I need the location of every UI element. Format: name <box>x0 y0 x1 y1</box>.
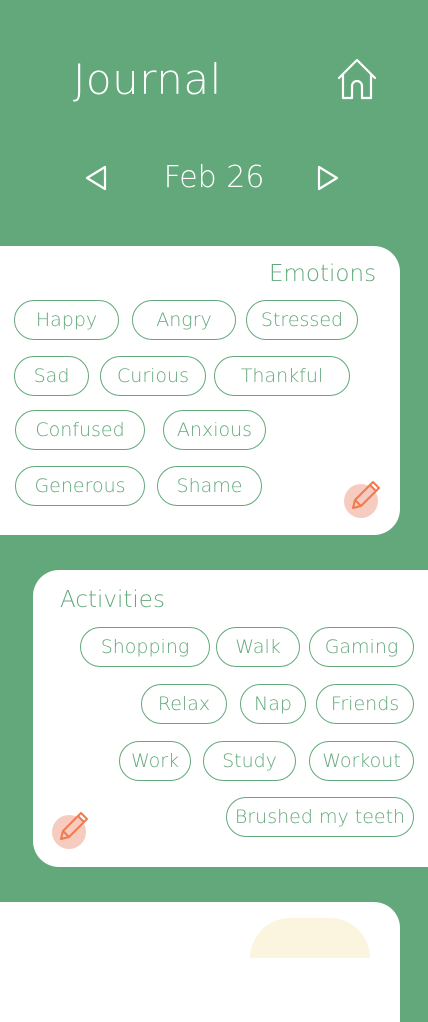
activity-chip[interactable]: Nap <box>240 684 306 724</box>
emotion-chip[interactable]: Thankful <box>214 356 350 396</box>
edit-emotions-button[interactable] <box>344 481 380 518</box>
next-day-button[interactable] <box>312 163 342 193</box>
activity-chip[interactable]: Relax <box>141 684 227 724</box>
emotion-chip[interactable]: Stressed <box>246 300 358 340</box>
emotion-chip[interactable]: Confused <box>15 410 145 450</box>
date-navigation: Feb 26 <box>0 155 428 201</box>
sun-illustration <box>250 918 370 958</box>
activities-title: Activities <box>60 587 165 613</box>
activity-chip[interactable]: Work <box>119 741 191 781</box>
emotion-chip[interactable]: Sad <box>14 356 89 396</box>
triangle-right-icon <box>317 165 339 191</box>
edit-activities-button[interactable] <box>52 812 88 849</box>
current-date: Feb 26 <box>163 160 265 195</box>
home-icon <box>337 58 377 100</box>
activity-chip[interactable]: Shopping <box>80 627 210 667</box>
pencil-icon <box>60 812 88 840</box>
emotions-card: Emotions Happy Angry Stressed Sad Curiou… <box>0 246 400 535</box>
prev-day-button[interactable] <box>82 163 112 193</box>
emotion-chip[interactable]: Curious <box>100 356 206 396</box>
activities-card: Activities Shopping Walk Gaming Relax Na… <box>33 570 428 867</box>
emotion-chip[interactable]: Generous <box>15 466 145 506</box>
emotion-chip[interactable]: Happy <box>14 300 119 340</box>
triangle-left-icon <box>85 165 107 191</box>
emotion-chip[interactable]: Angry <box>132 300 236 340</box>
page-title: Journal <box>73 55 222 104</box>
emotions-title: Emotions <box>269 261 377 287</box>
home-button[interactable] <box>334 56 380 102</box>
activity-chip[interactable]: Gaming <box>309 627 414 667</box>
activity-chip[interactable]: Walk <box>216 627 300 667</box>
activity-chip[interactable]: Brushed my teeth <box>226 797 414 837</box>
activity-chip[interactable]: Friends <box>316 684 414 724</box>
activity-chip[interactable]: Study <box>203 741 296 781</box>
activity-chip[interactable]: Workout <box>309 741 414 781</box>
pencil-icon <box>352 481 380 509</box>
emotion-chip[interactable]: Anxious <box>163 410 266 450</box>
emotion-chip[interactable]: Shame <box>157 466 262 506</box>
